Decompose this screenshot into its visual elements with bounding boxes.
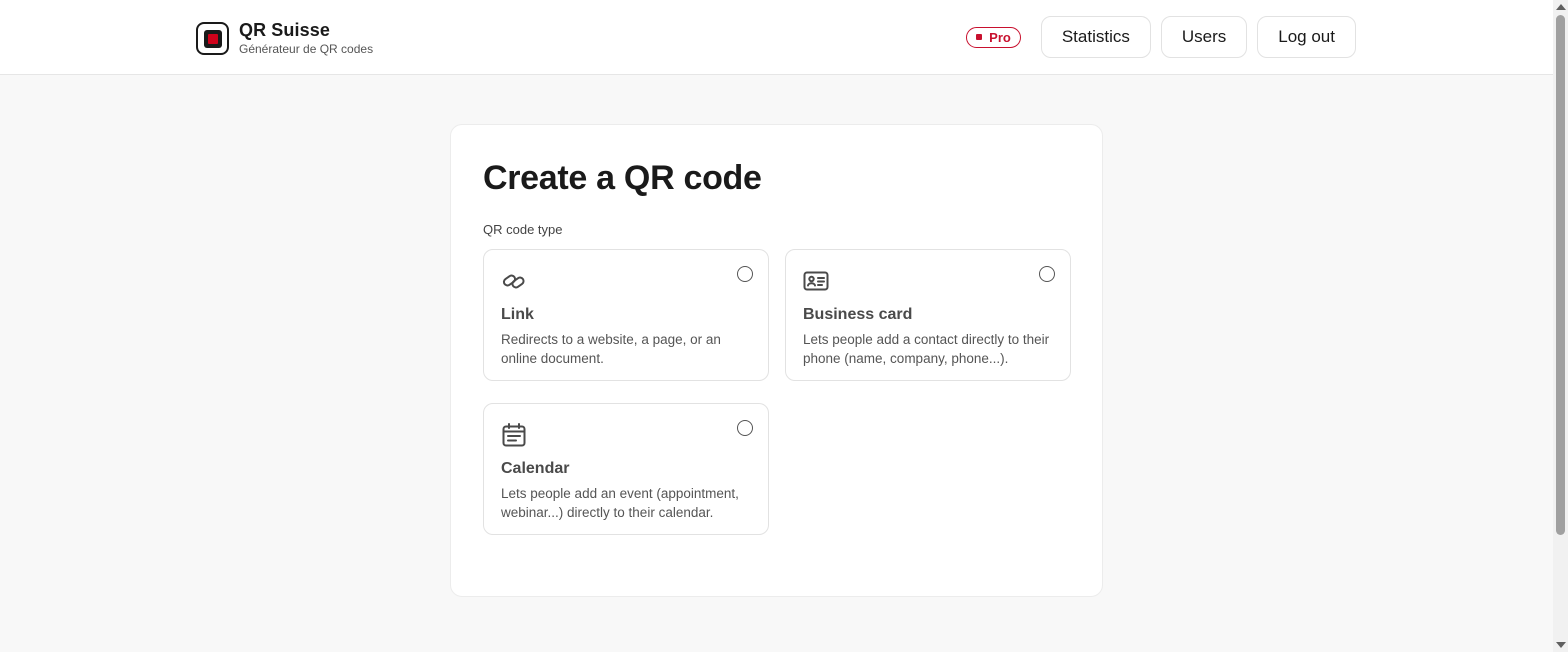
page-title: Create a QR code [483, 159, 762, 197]
brand[interactable]: QR Suisse Générateur de QR codes [196, 20, 373, 57]
badge-dot-icon [976, 34, 983, 40]
statistics-button[interactable]: Statistics [1040, 16, 1151, 58]
option-radio[interactable] [737, 266, 753, 282]
brand-subtitle: Générateur de QR codes [239, 42, 374, 56]
header-nav: Pro Statistics Users Log out [966, 16, 1356, 58]
vertical-scrollbar[interactable] [1553, 0, 1568, 652]
scroll-up-icon[interactable] [1556, 4, 1566, 10]
calendar-icon [502, 423, 526, 447]
qr-type-label: QR code type [483, 222, 563, 237]
id-card-icon [803, 271, 829, 291]
option-calendar[interactable]: Calendar Lets people add an event (appoi… [483, 403, 769, 535]
scroll-down-icon[interactable] [1556, 642, 1566, 648]
brand-title: QR Suisse [239, 20, 330, 40]
option-title: Calendar [501, 460, 570, 477]
option-title: Link [501, 306, 534, 323]
option-title: Business card [803, 306, 913, 323]
logout-button[interactable]: Log out [1257, 16, 1356, 58]
option-radio[interactable] [1039, 266, 1055, 282]
option-business-card[interactable]: Business card Lets people add a contact … [785, 249, 1071, 381]
create-qr-card: Create a QR code QR code type Link Redir… [450, 124, 1103, 597]
scroll-thumb[interactable] [1556, 15, 1565, 535]
option-radio[interactable] [737, 420, 753, 436]
option-description: Redirects to a website, a page, or an on… [501, 332, 721, 366]
qr-logo-icon [196, 22, 229, 55]
users-button[interactable]: Users [1160, 16, 1248, 58]
option-description: Lets people add an event (appointment, w… [501, 486, 739, 520]
top-header: QR Suisse Générateur de QR codes Pro Sta… [0, 0, 1553, 75]
link-icon [502, 274, 525, 289]
option-description: Lets people add a contact directly to th… [803, 332, 1050, 366]
pro-badge: Pro [966, 26, 1021, 48]
option-link[interactable]: Link Redirects to a website, a page, or … [483, 249, 769, 381]
pro-badge-label: Pro [989, 29, 1011, 45]
